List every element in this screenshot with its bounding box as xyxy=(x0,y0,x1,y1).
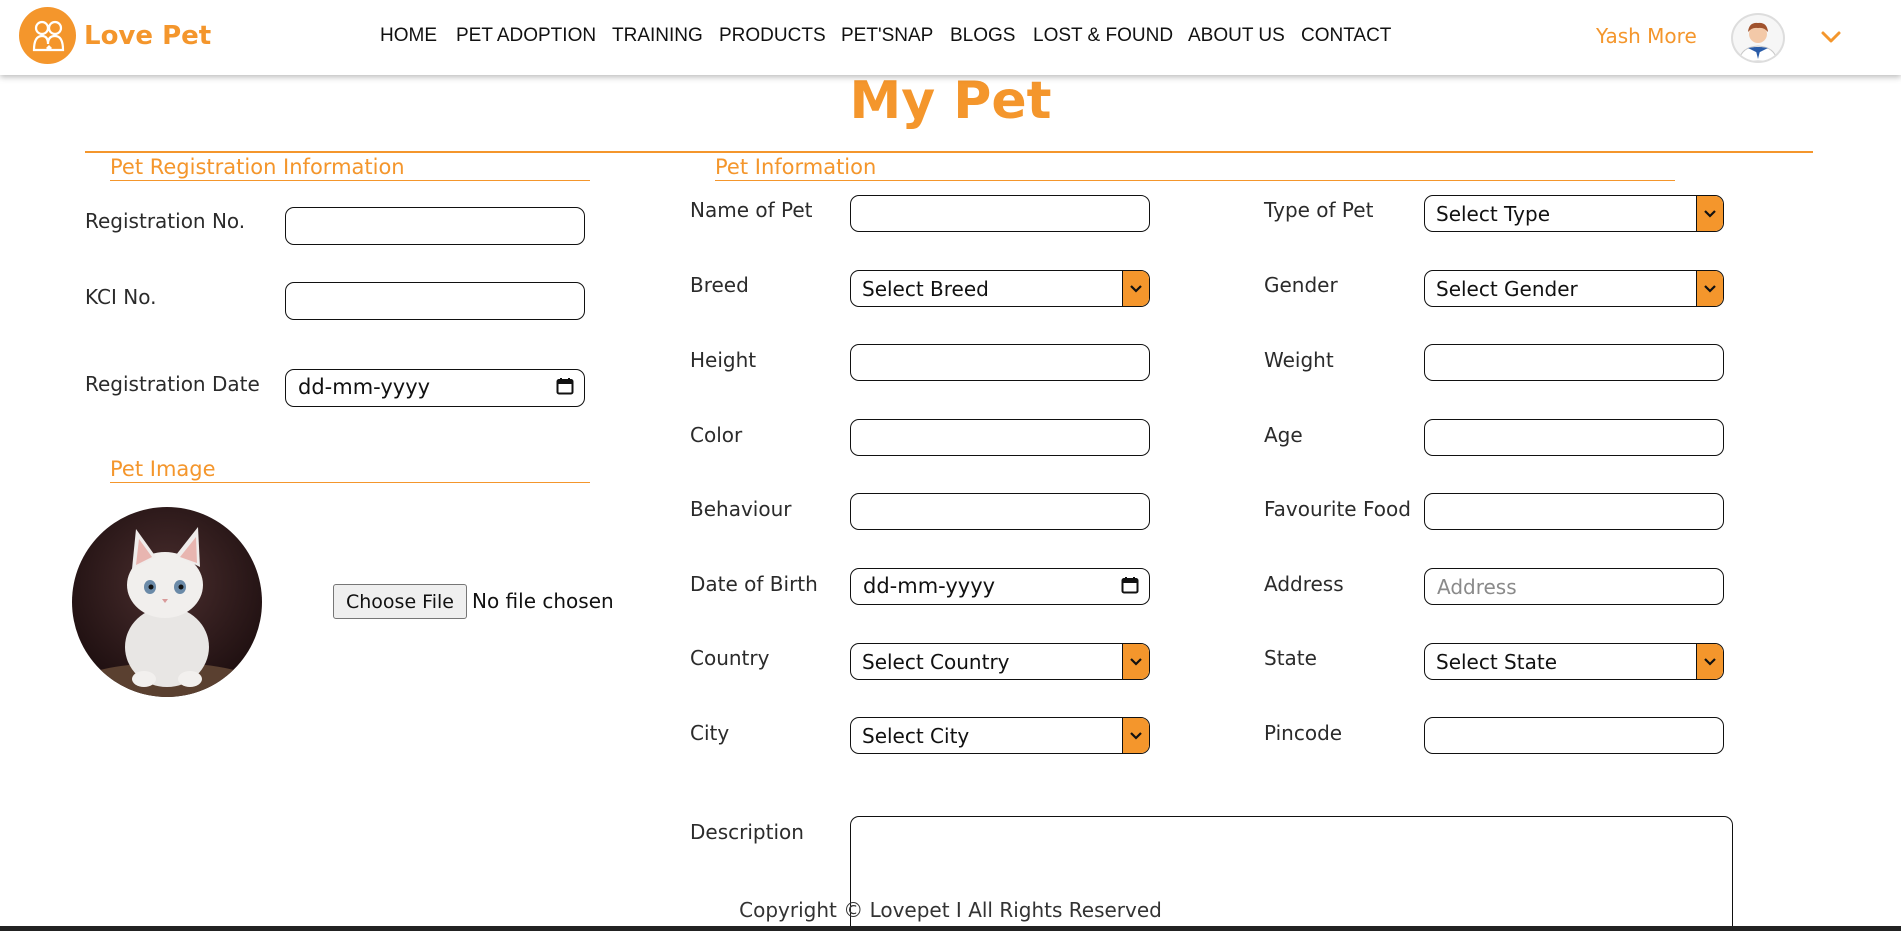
pet-image-section-title: Pet Image xyxy=(110,457,216,481)
nav-petsnap[interactable]: PET'SNAP xyxy=(841,25,933,47)
nav-pet-adoption[interactable]: PET ADOPTION xyxy=(456,25,596,47)
country-selected: Select Country xyxy=(862,650,1010,674)
nav-lost-found[interactable]: LOST & FOUND xyxy=(1033,25,1173,47)
behaviour-label: Behaviour xyxy=(690,497,792,521)
age-label: Age xyxy=(1264,423,1303,447)
state-label: State xyxy=(1264,646,1317,670)
chevron-down-icon[interactable] xyxy=(1820,25,1842,47)
gender-selected: Select Gender xyxy=(1436,277,1578,301)
height-label: Height xyxy=(690,348,757,372)
color-label: Color xyxy=(690,423,743,447)
nav-contact[interactable]: CONTACT xyxy=(1301,25,1391,47)
address-label: Address xyxy=(1264,572,1344,596)
gender-select[interactable]: Select Gender xyxy=(1424,270,1724,307)
breed-label: Breed xyxy=(690,273,749,297)
registration-date-input[interactable]: dd-mm-yyyy xyxy=(285,369,585,407)
chevron-down-icon[interactable] xyxy=(1122,271,1149,306)
footer-copyright: Copyright © Lovepet I All Rights Reserve… xyxy=(739,898,1162,922)
pet-photo xyxy=(72,507,262,697)
state-select[interactable]: Select State xyxy=(1424,643,1724,680)
chevron-down-icon[interactable] xyxy=(1122,718,1149,753)
footer-bar xyxy=(0,926,1901,931)
pet-type-selected: Select Type xyxy=(1436,202,1550,226)
age-input[interactable] xyxy=(1424,419,1724,456)
pet-type-select[interactable]: Select Type xyxy=(1424,195,1724,232)
gender-label: Gender xyxy=(1264,273,1338,297)
kci-no-label: KCI No. xyxy=(85,285,157,309)
height-input[interactable] xyxy=(850,344,1150,381)
city-label: City xyxy=(690,721,730,745)
nav-products[interactable]: PRODUCTS xyxy=(719,25,826,47)
pet-info-section-title: Pet Information xyxy=(715,155,877,179)
state-selected: Select State xyxy=(1436,650,1557,674)
favourite-food-input[interactable] xyxy=(1424,493,1724,530)
city-selected: Select City xyxy=(862,724,970,748)
page-title: My Pet xyxy=(849,71,1052,131)
breed-select[interactable]: Select Breed xyxy=(850,270,1150,307)
address-input[interactable] xyxy=(1424,568,1724,605)
calendar-icon[interactable] xyxy=(1121,576,1139,594)
registration-no-input[interactable] xyxy=(285,207,585,245)
file-status-text: No file chosen xyxy=(472,589,614,613)
top-navbar: Love Pet HOME PET ADOPTION TRAINING PROD… xyxy=(0,0,1901,75)
country-label: Country xyxy=(690,646,770,670)
love-pet-logo-icon[interactable] xyxy=(19,7,76,64)
date-of-birth-input[interactable]: dd-mm-yyyy xyxy=(850,568,1150,605)
pet-info-section-divider xyxy=(715,180,1675,181)
breed-selected: Select Breed xyxy=(862,277,989,301)
pet-name-input[interactable] xyxy=(850,195,1150,232)
pincode-input[interactable] xyxy=(1424,717,1724,754)
country-select[interactable]: Select Country xyxy=(850,643,1150,680)
chevron-down-icon[interactable] xyxy=(1696,271,1723,306)
chevron-down-icon[interactable] xyxy=(1696,644,1723,679)
calendar-icon[interactable] xyxy=(556,377,574,395)
registration-date-label: Registration Date xyxy=(85,372,260,396)
date-of-birth-label: Date of Birth xyxy=(690,572,818,596)
kci-no-input[interactable] xyxy=(285,282,585,320)
pet-name-label: Name of Pet xyxy=(690,198,813,222)
city-select[interactable]: Select City xyxy=(850,717,1150,754)
user-avatar-icon[interactable] xyxy=(1731,13,1785,63)
weight-input[interactable] xyxy=(1424,344,1724,381)
nav-home[interactable]: HOME xyxy=(380,25,437,47)
date-of-birth-value: dd-mm-yyyy xyxy=(863,574,996,598)
pet-type-label: Type of Pet xyxy=(1264,198,1374,222)
nav-about-us[interactable]: ABOUT US xyxy=(1188,25,1285,47)
favourite-food-label: Favourite Food xyxy=(1264,497,1411,521)
choose-file-button[interactable]: Choose File xyxy=(333,584,467,619)
chevron-down-icon[interactable] xyxy=(1696,196,1723,231)
description-label: Description xyxy=(690,820,804,844)
weight-label: Weight xyxy=(1264,348,1334,372)
registration-section-title: Pet Registration Information xyxy=(110,155,405,179)
color-input[interactable] xyxy=(850,419,1150,456)
user-name[interactable]: Yash More xyxy=(1596,24,1697,48)
pet-image-section-divider xyxy=(110,482,590,483)
nav-training[interactable]: TRAINING xyxy=(612,25,703,47)
pincode-label: Pincode xyxy=(1264,721,1343,745)
chevron-down-icon[interactable] xyxy=(1122,644,1149,679)
registration-date-value: dd-mm-yyyy xyxy=(298,375,431,399)
registration-section-divider xyxy=(110,180,590,181)
behaviour-input[interactable] xyxy=(850,493,1150,530)
brand-name[interactable]: Love Pet xyxy=(84,21,211,51)
registration-no-label: Registration No. xyxy=(85,209,246,233)
title-divider xyxy=(85,151,1813,153)
nav-blogs[interactable]: BLOGS xyxy=(950,25,1015,47)
